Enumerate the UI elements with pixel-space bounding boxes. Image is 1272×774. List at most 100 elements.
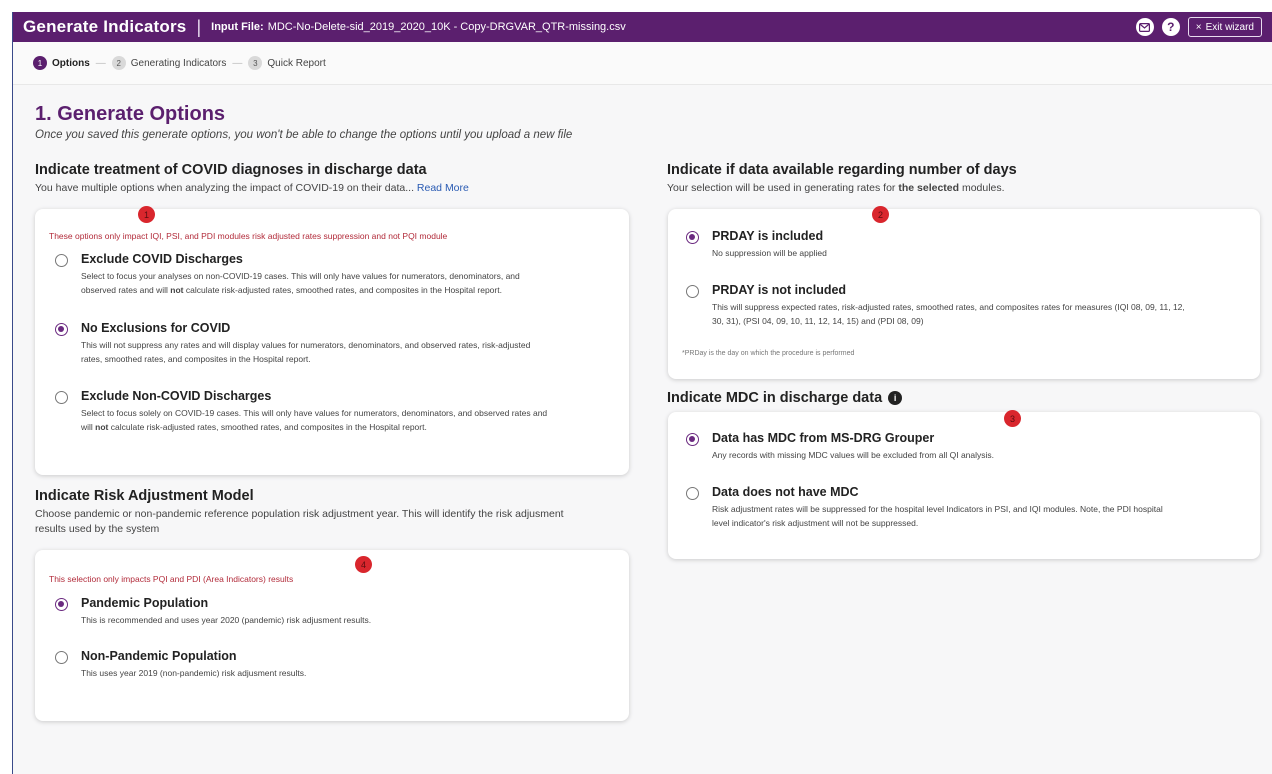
mail-icon[interactable] (1135, 18, 1154, 36)
description-line: will not calculate risk-adjusted rates, … (81, 420, 547, 434)
exit-wizard-label: Exit wizard (1205, 21, 1254, 33)
description-line: Select to focus solely on COVID-19 cases… (81, 408, 548, 418)
help-icon[interactable]: ? (1161, 18, 1180, 36)
radio-button[interactable] (55, 651, 68, 664)
option-title: Data has MDC from MS-DRG Grouper (712, 431, 935, 445)
description-emphasis: not (170, 285, 184, 295)
option-title: No Exclusions for COVID (81, 321, 231, 335)
step-number: 1 (33, 56, 47, 70)
mdc-title-text: Indicate MDC in discharge data (667, 390, 883, 406)
read-more-link[interactable]: Read More (417, 182, 469, 194)
subtitle-emphasis: the selected (898, 182, 960, 194)
risk-section-subtitle: Choose pandemic or non-pandemic referenc… (35, 507, 635, 537)
description-text: observed rates and will (81, 285, 171, 295)
covid-option-no-exclusions[interactable]: No Exclusions for COVID This will not su… (55, 321, 615, 371)
step-generating-indicators[interactable]: 2 Generating Indicators (111, 56, 227, 70)
input-file-name: MDC-No-Delete-sid_2019_2020_10K - Copy-D… (267, 21, 626, 33)
risk-option-non-pandemic[interactable]: Non-Pandemic Population This uses year 2… (55, 649, 615, 685)
days-option-prday-not-included[interactable]: PRDAY is not included This will suppress… (686, 283, 1256, 333)
step-divider: — (232, 57, 243, 69)
radio-button[interactable] (686, 285, 699, 298)
description-text: calculate risk-adjusted rates, smoothed … (108, 422, 427, 432)
risk-options-card: 4 This selection only impacts PQI and PD… (35, 550, 629, 721)
covid-section-subtitle: You have multiple options when analyzing… (35, 181, 469, 196)
risk-impact-note: This selection only impacts PQI and PDI … (49, 574, 294, 584)
radio-button-selected[interactable] (55, 598, 68, 611)
risk-option-pandemic[interactable]: Pandemic Population This is recommended … (55, 596, 615, 632)
option-description: Risk adjustment rates will be suppressed… (712, 502, 1163, 530)
info-icon[interactable]: i (888, 391, 903, 405)
covid-option-exclude-non-covid[interactable]: Exclude Non-COVID Discharges Select to f… (55, 389, 615, 439)
page-subtitle: Once you saved this generate options, yo… (35, 129, 573, 141)
annotation-badge: 3 (1004, 410, 1021, 427)
mdc-option-has-mdc[interactable]: Data has MDC from MS-DRG Grouper Any rec… (686, 431, 1246, 465)
annotation-badge: 1 (138, 206, 155, 223)
mdc-option-no-mdc[interactable]: Data does not have MDC Risk adjustment r… (686, 485, 1256, 535)
description-line: 30, 31), (PSI 04, 09, 10, 11, 12, 14, 15… (712, 316, 924, 326)
option-description: This uses year 2019 (non-pandemic) risk … (81, 668, 307, 678)
covid-option-exclude-covid[interactable]: Exclude COVID Discharges Select to focus… (55, 252, 615, 302)
option-title: PRDAY is included (712, 229, 824, 243)
step-label: Options (52, 57, 90, 69)
app-title: Generate Indicators (23, 17, 187, 36)
option-title: Non-Pandemic Population (81, 649, 237, 663)
annotation-badge: 2 (872, 206, 889, 223)
days-options-card: 2 PRDAY is included No suppression will … (668, 206, 1260, 379)
radio-button[interactable] (55, 254, 68, 267)
exit-wizard-button[interactable]: × Exit wizard (1187, 17, 1262, 37)
option-title: Pandemic Population (81, 596, 209, 610)
covid-subtitle-text: You have multiple options when analyzing… (35, 182, 414, 194)
radio-button[interactable] (55, 391, 68, 404)
title-separator: | (196, 16, 202, 37)
prday-footnote: *PRDay is the day on which the procedure… (682, 350, 855, 357)
description-text: will (81, 422, 96, 432)
option-description: Select to focus solely on COVID-19 cases… (81, 406, 547, 434)
description-emphasis: not (95, 422, 109, 432)
mdc-options-card: 3 Data has MDC from MS-DRG Grouper Any r… (668, 410, 1260, 559)
days-section-subtitle: Your selection will be used in generatin… (667, 181, 1005, 196)
subtitle-text: modules. (959, 182, 1005, 194)
input-file-label: Input File: (211, 21, 264, 33)
step-divider: — (95, 57, 106, 69)
annotation-badge: 4 (355, 556, 372, 573)
subtitle-text: Your selection will be used in generatin… (667, 182, 899, 194)
option-title: Exclude COVID Discharges (81, 252, 243, 266)
step-label: Generating Indicators (130, 57, 227, 69)
step-label: Quick Report (267, 57, 326, 69)
step-number: 3 (248, 56, 263, 70)
step-number: 2 (111, 56, 126, 70)
radio-button-selected[interactable] (686, 433, 699, 446)
description-line: observed rates and will not calculate ri… (81, 283, 520, 297)
option-description: No suppression will be applied (712, 248, 827, 258)
radio-button[interactable] (686, 487, 699, 500)
description-line: Select to focus your analyses on non-COV… (81, 271, 520, 281)
days-option-prday-included[interactable]: PRDAY is included No suppression will be… (686, 229, 1246, 263)
option-description: This will suppress expected rates, risk-… (712, 300, 1185, 328)
step-quick-report[interactable]: 3 Quick Report (248, 56, 326, 70)
covid-section-title: Indicate treatment of COVID diagnoses in… (35, 162, 427, 178)
close-icon: × (1195, 21, 1202, 33)
covid-options-card: 1 These options only impact IQI, PSI, an… (35, 206, 629, 475)
option-title: Exclude Non-COVID Discharges (81, 389, 272, 403)
description-line: rates, smoothed rates, and composites in… (81, 354, 311, 364)
radio-button-selected[interactable] (55, 323, 68, 336)
top-bar: Generate Indicators | Input File: MDC-No… (13, 12, 1272, 42)
days-section-title: Indicate if data available regarding num… (667, 162, 1017, 178)
subtitle-line: results used by the system (35, 523, 160, 535)
main-content: 1. Generate Options Once you saved this … (13, 85, 1272, 774)
wizard-stepper: 1 Options — 2 Generating Indicators — 3 … (13, 42, 1272, 85)
radio-button-selected[interactable] (686, 231, 699, 244)
covid-impact-note: These options only impact IQI, PSI, and … (49, 231, 448, 241)
description-line: This will suppress expected rates, risk-… (712, 302, 1185, 312)
mdc-section-title: Indicate MDC in discharge data i (667, 390, 903, 406)
subtitle-line: Choose pandemic or non-pandemic referenc… (35, 508, 564, 520)
description-line: Risk adjustment rates will be suppressed… (712, 504, 1163, 514)
step-options[interactable]: 1 Options (33, 56, 90, 70)
risk-section-title: Indicate Risk Adjustment Model (35, 488, 254, 504)
option-description: Any records with missing MDC values will… (712, 450, 995, 460)
option-description: Select to focus your analyses on non-COV… (81, 269, 520, 297)
description-line: level indicator's risk adjustment will n… (712, 518, 919, 528)
app-window: Generate Indicators | Input File: MDC-No… (12, 12, 1272, 774)
option-description: This will not suppress any rates and wil… (81, 338, 530, 366)
description-text: calculate risk-adjusted rates, smoothed … (183, 285, 502, 295)
